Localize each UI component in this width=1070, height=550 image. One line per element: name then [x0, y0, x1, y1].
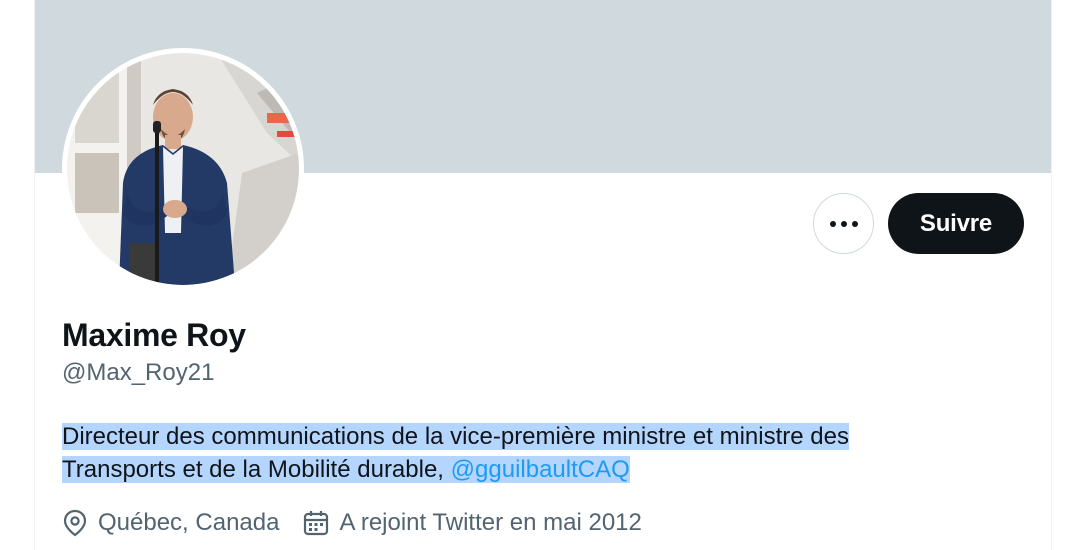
- joined-text: A rejoint Twitter en mai 2012: [339, 509, 642, 536]
- location-pin-icon: [63, 509, 87, 537]
- avatar[interactable]: [62, 48, 304, 290]
- location-item: Québec, Canada: [62, 509, 279, 537]
- profile-meta: Québec, Canada A rejoint Twitter en mai …: [62, 505, 666, 541]
- profile-name: Maxime Roy: [62, 317, 246, 353]
- more-horizontal-icon: [829, 220, 858, 227]
- profile-handle: @Max_Roy21: [62, 359, 215, 386]
- bio-line-2: Transports et de la Mobilité durable, @g…: [62, 456, 630, 483]
- profile-bio: Directeur des communications de la vice-…: [62, 420, 962, 486]
- calendar-icon: [304, 511, 329, 536]
- bio-text: Transports et de la Mobilité durable,: [62, 456, 444, 483]
- follow-button[interactable]: Suivre: [888, 193, 1024, 254]
- avatar-photo: [67, 53, 299, 285]
- bio-line-1: Directeur des communications de la vice-…: [62, 423, 849, 450]
- more-options-button[interactable]: [813, 193, 874, 254]
- location-text: Québec, Canada: [98, 509, 280, 536]
- bio-mention-link[interactable]: @gguilbaultCAQ: [451, 456, 630, 483]
- joined-item: A rejoint Twitter en mai 2012: [303, 509, 642, 537]
